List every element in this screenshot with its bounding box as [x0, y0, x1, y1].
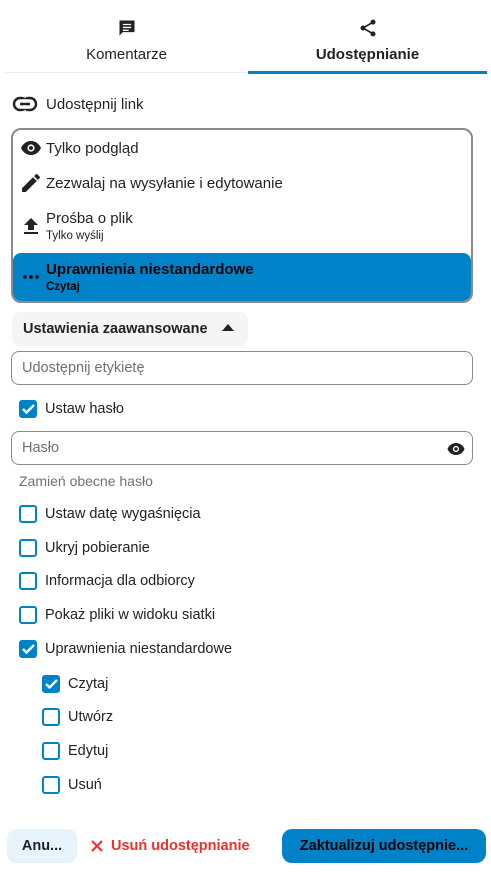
checkbox[interactable] — [19, 539, 37, 557]
delete-share-button[interactable]: Usuń udostępnianie — [87, 829, 267, 863]
checkbox-checked[interactable] — [42, 675, 60, 693]
option-label: Uprawnienia niestandardowe — [45, 641, 233, 657]
grid-view-checkbox[interactable]: Pokaż pliki w widoku siatki — [19, 604, 215, 626]
custom-permission-label: Czytaj — [68, 676, 109, 692]
delete-share-label: Usuń udostępnianie — [111, 838, 250, 854]
custom-permission-read[interactable]: Czytaj — [42, 673, 108, 695]
password-input[interactable] — [12, 432, 472, 464]
tab-comments-label: Komentarze — [86, 46, 167, 63]
hide-download-checkbox[interactable]: Ukryj pobieranie — [19, 537, 150, 559]
permission-subtitle: Czytaj — [46, 281, 80, 293]
password-field — [11, 431, 473, 465]
share-label-input[interactable] — [12, 352, 472, 384]
password-hint: Zamień obecne hasło — [19, 473, 153, 489]
permission-picker: Tylko podgląd Zezwalaj na wysyłanie i ed… — [11, 128, 473, 303]
checkbox[interactable] — [19, 572, 37, 590]
option-label: Informacja dla odbiorcy — [45, 573, 195, 589]
cancel-button-label: Anu... — [21, 838, 63, 854]
tab-comments[interactable]: Komentarze — [5, 0, 248, 73]
show-password-button[interactable] — [446, 439, 466, 459]
cancel-button[interactable]: Anu... — [7, 829, 77, 863]
permission-title: Prośba o plik — [46, 210, 133, 227]
checkbox[interactable] — [42, 776, 60, 794]
link-icon — [12, 96, 38, 112]
option-label: Ustaw datę wygaśnięcia — [45, 506, 201, 522]
set-password-checkbox[interactable]: Ustaw hasło — [19, 398, 124, 420]
set-password-label: Ustaw hasło — [45, 401, 124, 417]
tab-sharing-label: Udostępnianie — [315, 46, 420, 63]
permission-title: Uprawnienia niestandardowe — [46, 261, 254, 278]
update-share-label: Zaktualizuj udostępnie... — [299, 838, 469, 854]
caret-up-icon — [222, 324, 234, 331]
advanced-settings-label: Ustawienia zaawansowane — [23, 321, 208, 337]
share-link-header: Udostępnij link — [12, 93, 144, 115]
share-icon — [360, 19, 375, 37]
advanced-settings-button[interactable]: Ustawienia zaawansowane — [12, 312, 248, 346]
permission-title: Zezwalaj na wysyłanie i edytowanie — [46, 174, 283, 192]
custom-permission-label: Usuń — [68, 777, 102, 793]
update-share-button[interactable]: Zaktualizuj udostępnie... — [282, 829, 486, 863]
upload-icon — [21, 216, 41, 236]
dots-icon — [21, 267, 41, 287]
tab-sharing[interactable]: Udostępnianie — [248, 0, 487, 74]
share-label-field — [11, 351, 473, 385]
close-icon — [91, 840, 103, 852]
custom-permission-label: Utwórz — [68, 709, 114, 725]
custom-permission-delete[interactable]: Usuń — [42, 774, 102, 796]
permission-subtitle: Tylko wyślij — [46, 230, 104, 242]
eye-icon — [21, 138, 41, 158]
checkbox-checked[interactable] — [19, 640, 37, 658]
sidebar-tabs: Komentarze Udostępnianie — [5, 0, 487, 74]
pencil-icon — [21, 173, 41, 193]
permission-file-request[interactable]: Prośba o plik Tylko wyślij — [13, 200, 471, 252]
comment-icon — [119, 20, 134, 36]
expiration-date-checkbox[interactable]: Ustaw datę wygaśnięcia — [19, 503, 201, 525]
active-tab-indicator — [248, 71, 487, 74]
checkbox[interactable] — [42, 742, 60, 760]
eye-icon — [447, 443, 465, 455]
permission-custom[interactable]: Uprawnienia niestandardowe Czytaj — [13, 253, 471, 301]
option-label: Pokaż pliki w widoku siatki — [45, 607, 216, 623]
permission-title: Tylko podgląd — [46, 139, 139, 157]
option-label: Ukryj pobieranie — [45, 540, 150, 556]
checkbox[interactable] — [19, 606, 37, 624]
note-to-recipient-checkbox[interactable]: Informacja dla odbiorcy — [19, 570, 195, 592]
permission-upload-edit[interactable]: Zezwalaj na wysyłanie i edytowanie — [13, 166, 471, 200]
custom-permission-label: Edytuj — [68, 743, 109, 759]
checkbox[interactable] — [42, 708, 60, 726]
share-link-label: Udostępnij link — [46, 95, 144, 113]
custom-permissions-checkbox[interactable]: Uprawnienia niestandardowe — [19, 638, 232, 660]
custom-permission-create[interactable]: Utwórz — [42, 706, 113, 728]
checkbox-checked[interactable] — [19, 400, 37, 418]
checkbox[interactable] — [19, 505, 37, 523]
custom-permission-edit[interactable]: Edytuj — [42, 740, 108, 762]
permission-read-only[interactable]: Tylko podgląd — [13, 130, 471, 166]
